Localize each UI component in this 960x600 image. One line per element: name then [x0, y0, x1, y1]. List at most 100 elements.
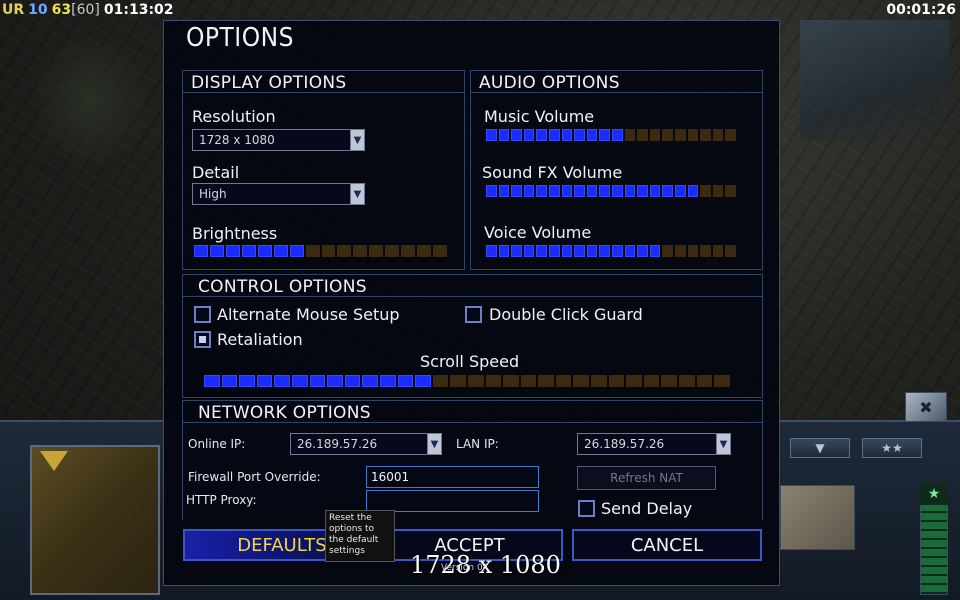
slider-segment[interactable]: [611, 129, 623, 141]
slider-segment[interactable]: [209, 245, 224, 257]
slider-segment[interactable]: [433, 245, 447, 257]
slider-segment[interactable]: [511, 245, 522, 257]
slider-segment[interactable]: [574, 245, 585, 257]
slider-segment[interactable]: [624, 129, 636, 141]
slider-segment[interactable]: [674, 185, 686, 197]
slider-segment[interactable]: [586, 245, 598, 257]
slider-segment[interactable]: [637, 129, 648, 141]
chevron-down-icon[interactable]: ▼: [427, 434, 441, 454]
slider-segment[interactable]: [536, 245, 547, 257]
slider-segment[interactable]: [548, 185, 560, 197]
slider-segment[interactable]: [712, 185, 724, 197]
slider-segment[interactable]: [536, 185, 547, 197]
chevron-down-icon[interactable]: ▼: [350, 130, 364, 150]
slider-segment[interactable]: [649, 129, 661, 141]
slider-segment[interactable]: [385, 245, 400, 257]
slider-segment[interactable]: [643, 375, 660, 387]
slider-segment[interactable]: [289, 245, 304, 257]
slider-segment[interactable]: [662, 129, 673, 141]
slider-segment[interactable]: [662, 245, 673, 257]
slider-segment[interactable]: [362, 375, 378, 387]
slider-segment[interactable]: [379, 375, 396, 387]
online-ip-dropdown[interactable]: 26.189.57.26 ▼: [290, 433, 442, 455]
slider-segment[interactable]: [574, 185, 585, 197]
slider-segment[interactable]: [417, 245, 432, 257]
slider-segment[interactable]: [662, 185, 673, 197]
slider-segment[interactable]: [573, 375, 590, 387]
slider-segment[interactable]: [467, 375, 484, 387]
slider-segment[interactable]: [397, 375, 414, 387]
slider-segment[interactable]: [511, 129, 522, 141]
lan-ip-dropdown[interactable]: 26.189.57.26 ▼: [577, 433, 731, 455]
slider-segment[interactable]: [344, 375, 361, 387]
slider-segment[interactable]: [725, 245, 736, 257]
slider-segment[interactable]: [561, 185, 573, 197]
tab-stars-icon[interactable]: ★★: [862, 438, 922, 458]
slider-segment[interactable]: [204, 375, 220, 387]
slider-segment[interactable]: [523, 185, 535, 197]
detail-dropdown[interactable]: High ▼: [192, 183, 365, 205]
slider-segment[interactable]: [548, 245, 560, 257]
chevron-down-icon[interactable]: ▼: [350, 184, 364, 204]
slider-segment[interactable]: [221, 375, 238, 387]
slider-segment[interactable]: [687, 129, 699, 141]
slider-segment[interactable]: [432, 375, 449, 387]
slider-segment[interactable]: [485, 375, 502, 387]
slider-segment[interactable]: [321, 245, 336, 257]
refresh-nat-button[interactable]: Refresh NAT: [577, 466, 716, 490]
slider-segment[interactable]: [415, 375, 431, 387]
slider-segment[interactable]: [599, 245, 610, 257]
slider-segment[interactable]: [498, 129, 510, 141]
minimap[interactable]: [30, 445, 160, 595]
slider-segment[interactable]: [520, 375, 537, 387]
retaliation-checkbox[interactable]: [194, 331, 211, 348]
slider-segment[interactable]: [649, 245, 661, 257]
slider-segment[interactable]: [450, 375, 466, 387]
slider-segment[interactable]: [714, 375, 730, 387]
cancel-button[interactable]: CANCEL: [572, 529, 762, 561]
slider-segment[interactable]: [637, 245, 648, 257]
slider-segment[interactable]: [536, 129, 547, 141]
slider-segment[interactable]: [523, 129, 535, 141]
slider-segment[interactable]: [586, 185, 598, 197]
slider-segment[interactable]: [241, 245, 256, 257]
slider-segment[interactable]: [337, 245, 352, 257]
slider-segment[interactable]: [486, 129, 497, 141]
slider-segment[interactable]: [256, 375, 273, 387]
slider-segment[interactable]: [548, 129, 560, 141]
slider-segment[interactable]: [611, 245, 623, 257]
slider-segment[interactable]: [498, 185, 510, 197]
slider-segment[interactable]: [637, 185, 648, 197]
slider-segment[interactable]: [696, 375, 713, 387]
slider-segment[interactable]: [611, 185, 623, 197]
tab-down-icon[interactable]: ▼: [790, 438, 850, 458]
slider-segment[interactable]: [599, 185, 610, 197]
slider-segment[interactable]: [369, 245, 384, 257]
slider-segment[interactable]: [649, 185, 661, 197]
voice-volume-slider[interactable]: [486, 245, 736, 257]
slider-segment[interactable]: [624, 245, 636, 257]
chevron-down-icon[interactable]: ▼: [716, 434, 730, 454]
slider-segment[interactable]: [305, 245, 320, 257]
slider-segment[interactable]: [626, 375, 642, 387]
slider-segment[interactable]: [712, 129, 724, 141]
slider-segment[interactable]: [679, 375, 695, 387]
slider-segment[interactable]: [327, 375, 343, 387]
slider-segment[interactable]: [586, 129, 598, 141]
slider-segment[interactable]: [194, 245, 208, 257]
firewall-port-input[interactable]: 16001: [366, 466, 539, 488]
slider-segment[interactable]: [555, 375, 572, 387]
slider-segment[interactable]: [591, 375, 607, 387]
slider-segment[interactable]: [225, 245, 240, 257]
slider-segment[interactable]: [599, 129, 610, 141]
slider-segment[interactable]: [291, 375, 308, 387]
slider-segment[interactable]: [257, 245, 272, 257]
music-volume-slider[interactable]: [486, 129, 736, 141]
slider-segment[interactable]: [561, 245, 573, 257]
slider-segment[interactable]: [700, 129, 711, 141]
resolution-dropdown[interactable]: 1728 x 1080 ▼: [192, 129, 365, 151]
http-proxy-input[interactable]: [366, 490, 539, 512]
unit-portrait[interactable]: [780, 485, 855, 550]
slider-segment[interactable]: [503, 375, 519, 387]
slider-segment[interactable]: [239, 375, 255, 387]
